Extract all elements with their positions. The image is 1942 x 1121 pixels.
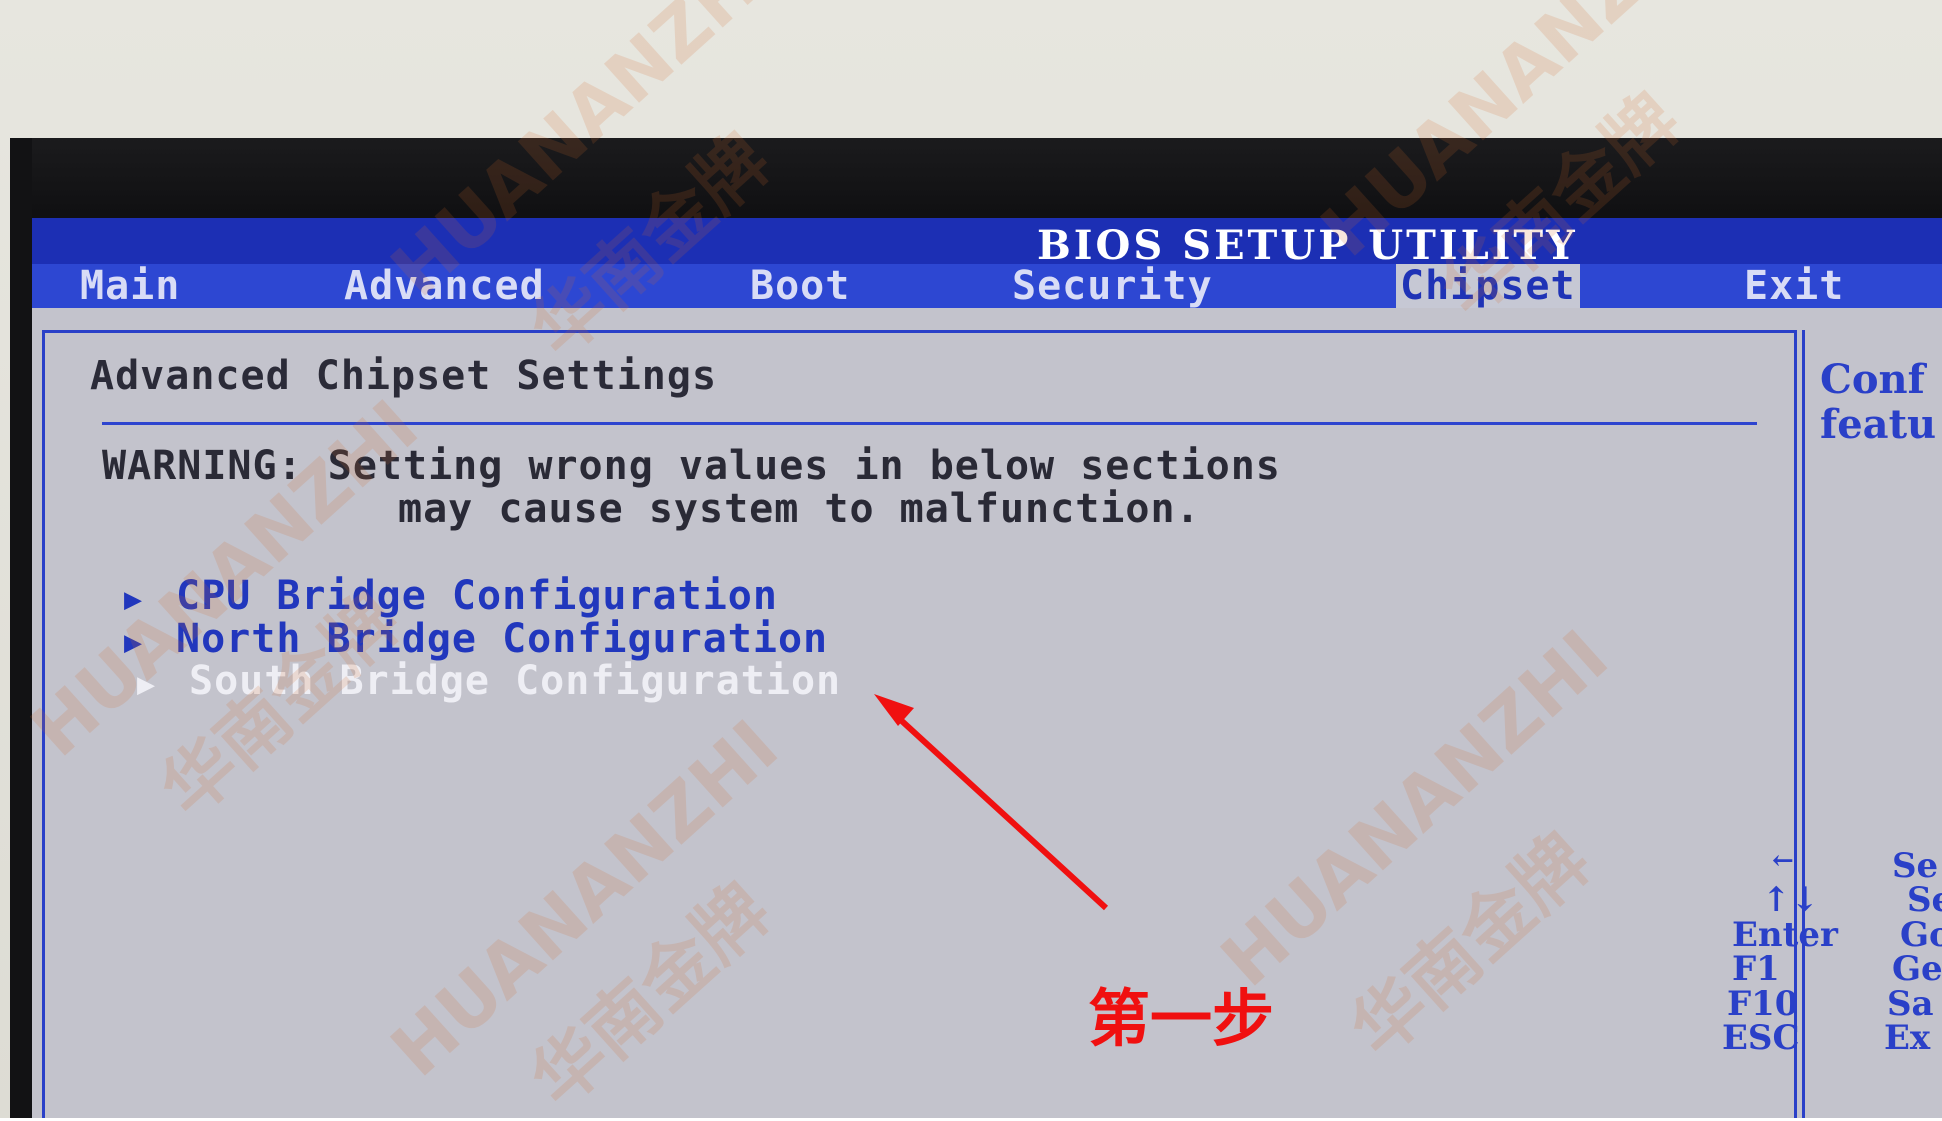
step-label: 第一步 <box>1088 982 1275 1055</box>
warning-text-line1: WARNING: Setting wrong values in below s… <box>102 443 1281 489</box>
bios-menu-bar: Main Advanced Boot Security Chipset Exit <box>32 264 1942 308</box>
tab-main[interactable]: Main <box>80 264 180 308</box>
section-title: Advanced Chipset Settings <box>90 353 718 399</box>
help-text-line1: Conf <box>1820 356 1925 403</box>
warning-text-line2: may cause system to malfunction. <box>398 486 1201 532</box>
bios-title-bar: BIOS SETUP UTILITY <box>32 218 1942 269</box>
key-desc: Se <box>1907 880 1942 920</box>
key-hint-f1: F1 Ge <box>1732 949 1942 989</box>
submenu-arrow-icon: ▶ <box>137 667 157 702</box>
f1-key: F1 <box>1732 949 1780 989</box>
photo-background: BIOS SETUP UTILITY Main Advanced Boot Se… <box>0 0 1942 1121</box>
left-arrow-key: ← <box>1772 846 1794 876</box>
monitor-bezel-top <box>10 138 1942 228</box>
submenu-arrow-icon: ▶ <box>124 625 144 660</box>
key-desc: Ex <box>1884 1018 1931 1058</box>
bios-title: BIOS SETUP UTILITY <box>1037 222 1578 269</box>
key-hint-esc: ESC Ex <box>1722 1018 1942 1058</box>
section-divider <box>102 422 1757 425</box>
tab-exit[interactable]: Exit <box>1744 264 1844 308</box>
menu-item-north-bridge[interactable]: ▶ North Bridge Configuration <box>124 616 828 662</box>
tab-boot[interactable]: Boot <box>750 264 850 308</box>
key-desc: Ge <box>1892 949 1942 989</box>
menu-item-label: North Bridge Configuration <box>176 616 829 662</box>
esc-key: ESC <box>1722 1018 1800 1058</box>
menu-item-label: CPU Bridge Configuration <box>176 573 778 619</box>
submenu-arrow-icon: ▶ <box>124 582 144 617</box>
tab-security[interactable]: Security <box>1012 264 1213 308</box>
menu-item-label: South Bridge Configuration <box>189 658 842 704</box>
key-hint-select-screen: ← Se <box>1732 846 1942 886</box>
menu-item-south-bridge[interactable]: ▶ South Bridge Configuration <box>137 658 841 704</box>
up-down-arrow-key: ↑↓ <box>1762 880 1819 920</box>
monitor-bezel-left <box>10 138 32 1121</box>
key-hint-enter: Enter Go <box>1732 915 1942 955</box>
bios-screen: BIOS SETUP UTILITY Main Advanced Boot Se… <box>32 218 1942 1121</box>
key-hint-f10: F10 Sa <box>1727 984 1942 1024</box>
tab-advanced[interactable]: Advanced <box>344 264 545 308</box>
menu-item-cpu-bridge[interactable]: ▶ CPU Bridge Configuration <box>124 573 778 619</box>
key-hint-select-item: ↑↓ Se <box>1732 880 1942 920</box>
help-text-line2: featu <box>1820 401 1937 448</box>
tab-chipset[interactable]: Chipset <box>1396 264 1580 308</box>
